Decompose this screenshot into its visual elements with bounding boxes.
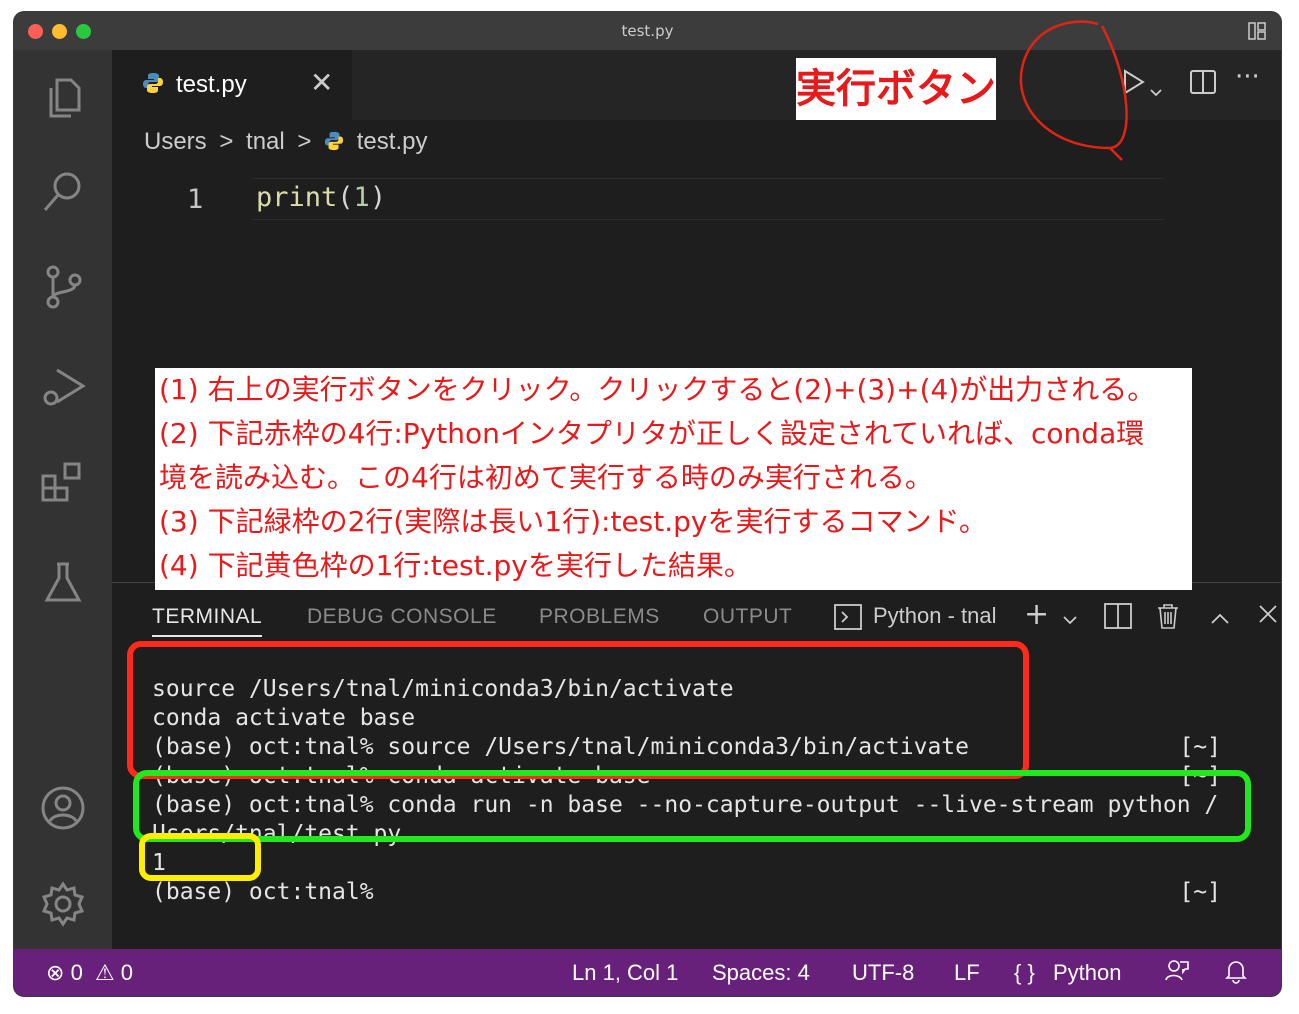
source-control-icon[interactable] [39,262,87,310]
tab-terminal[interactable]: TERMINAL [152,605,263,637]
more-actions-icon[interactable]: ··· [1235,62,1260,92]
python-file-icon [142,72,164,100]
breadcrumb-users[interactable]: Users [144,128,207,155]
warning-icon: ⚠ [94,960,115,985]
breadcrumb-separator: > [297,128,312,155]
kill-terminal-trash-icon[interactable] [1156,603,1180,635]
terminal-icon [834,604,862,636]
run-dropdown-chevron-icon[interactable] [1149,76,1163,106]
terminal-line: (base) oct:tnal% [~] [152,878,1221,907]
run-button-annotation: 実行ボタン [796,58,996,120]
split-terminal-icon[interactable] [1104,603,1132,635]
line-number: 1 [187,184,204,215]
language-braces-icon: { } [1014,960,1035,985]
account-icon[interactable] [39,784,87,832]
code-number: 1 [353,182,370,213]
terminal-cwd-indicator: [~] [1179,879,1221,905]
indentation[interactable]: Spaces: 4 [712,960,810,986]
testing-icon[interactable] [39,558,87,606]
tab-debug-console[interactable]: DEBUG CONSOLE [307,605,497,629]
current-line-highlight [252,178,1164,220]
close-panel-icon[interactable] [1257,603,1279,631]
maximize-panel-chevron-up-icon[interactable] [1210,607,1230,632]
split-editor-icon[interactable] [1189,68,1217,103]
breadcrumb-separator: > [219,128,234,155]
extensions-icon[interactable] [39,458,87,506]
note-line-3: 境を読み込む。この4行は初めて実行する時のみ実行される。 [159,461,933,494]
breadcrumb: Users > tnal > test.py [144,128,433,156]
end-of-line[interactable]: LF [954,960,980,986]
note-line-1: (1) 右上の実行ボタンをクリック。クリックすると(2)+(3)+(4)が出力さ… [159,373,1156,406]
breadcrumb-file[interactable]: test.py [357,128,428,155]
terminal-dropdown-icon[interactable] [1062,607,1078,632]
notifications-bell-icon[interactable] [1224,958,1248,990]
tab-output[interactable]: OUTPUT [703,605,792,629]
red-highlight-box [127,641,1029,779]
yellow-highlight-box [139,833,261,881]
note-line-4: (3) 下記緑枠の2行(実際は長い1行):test.pyを実行するコマンド。 [159,505,987,538]
green-highlight-box [133,770,1251,842]
run-debug-icon[interactable] [39,362,87,410]
note-line-2: (2) 下記赤枠の4行:Pythonインタプリタが正しく設定されていれば、con… [159,417,1145,450]
tab-problems[interactable]: PROBLEMS [539,605,660,629]
note-line-5: (4) 下記黄色枠の1行:test.pyを実行した結果。 [159,549,752,582]
problems-status[interactable]: ⊗ 0 ⚠ 0 [46,960,133,986]
code-paren-open: ( [337,182,354,213]
settings-gear-icon[interactable] [39,880,87,928]
code-paren-close: ) [369,182,387,213]
activity-bar [14,50,112,949]
breadcrumb-tnal[interactable]: tnal [246,128,285,155]
code-line[interactable]: print(1) [256,182,386,213]
red-circle-annotation [1019,20,1128,161]
breadcrumb-python-icon [324,128,351,155]
feedback-icon[interactable] [1164,958,1190,990]
terminal-line-text: (base) oct:tnal% [152,879,374,905]
encoding[interactable]: UTF-8 [852,960,914,986]
new-terminal-icon[interactable]: + [1024,597,1049,632]
tab-label: test.py [176,71,247,98]
terminal-name[interactable]: Python - tnal [873,603,997,629]
tab-test-py[interactable]: test.py ✕ [112,50,352,120]
explanation-note: (1) 右上の実行ボタンをクリック。クリックすると(2)+(3)+(4)が出力さ… [155,368,1192,590]
explorer-icon[interactable] [39,74,87,122]
code-function: print [256,182,338,213]
status-bar: ⊗ 0 ⚠ 0 Ln 1, Col 1 Spaces: 4 UTF-8 LF {… [14,949,1281,996]
error-icon: ⊗ [46,960,65,985]
warning-count: 0 [120,960,134,985]
layout-icon[interactable] [1247,21,1267,45]
tab-close-icon[interactable]: ✕ [310,66,333,99]
terminal-cwd-indicator: [~] [1179,734,1221,760]
error-count: 0 [70,960,83,985]
terminal-line: 1 [152,849,1221,878]
cursor-position[interactable]: Ln 1, Col 1 [572,960,678,986]
language-mode[interactable]: Python [1053,960,1122,986]
search-icon[interactable] [39,168,87,216]
